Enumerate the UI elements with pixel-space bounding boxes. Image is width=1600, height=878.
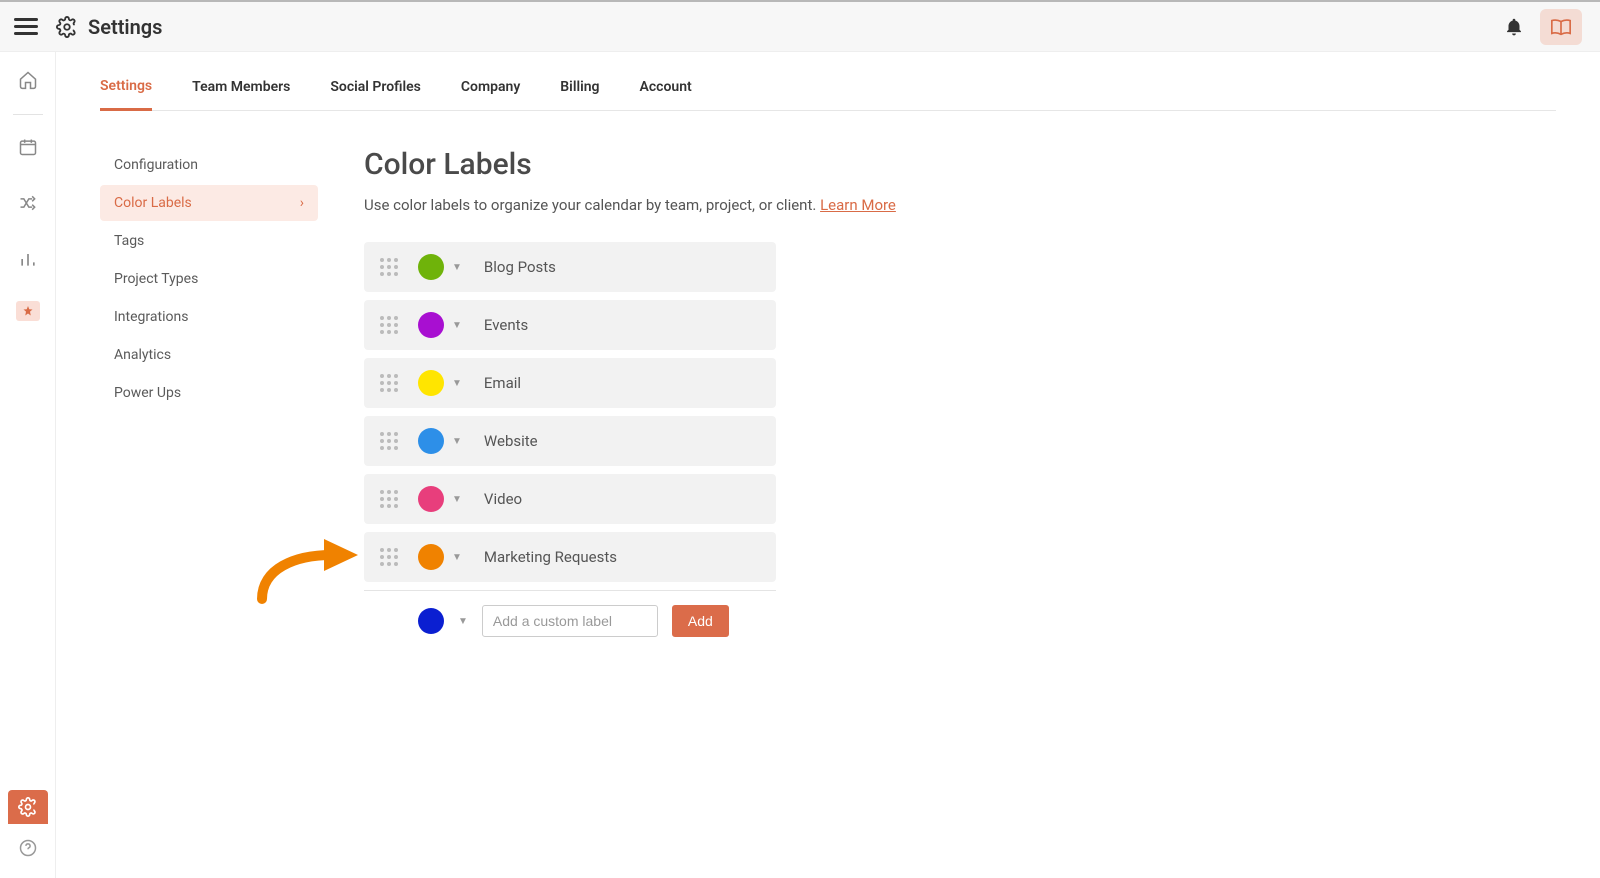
- color-label-row: ▼ Video: [364, 474, 776, 524]
- sidenav-color-labels[interactable]: Color Labels›: [100, 185, 318, 221]
- rail-calendar[interactable]: [14, 133, 42, 161]
- tab-company[interactable]: Company: [461, 79, 520, 109]
- color-label-row: ▼ Blog Posts: [364, 242, 776, 292]
- left-icon-rail: [0, 52, 56, 878]
- tab-team-members[interactable]: Team Members: [192, 79, 290, 109]
- color-swatch[interactable]: [418, 486, 444, 512]
- section-description: Use color labels to organize your calend…: [364, 196, 1124, 214]
- page-header-title: Settings: [88, 15, 162, 39]
- chevron-down-icon[interactable]: ▼: [452, 552, 462, 563]
- label-name[interactable]: Marketing Requests: [484, 548, 617, 566]
- drag-handle-icon[interactable]: [380, 258, 398, 276]
- notifications-icon[interactable]: [1504, 17, 1524, 37]
- color-swatch[interactable]: [418, 312, 444, 338]
- gear-icon: [18, 797, 38, 817]
- chevron-down-icon[interactable]: ▼: [458, 616, 468, 627]
- drag-handle-icon[interactable]: [380, 432, 398, 450]
- chevron-down-icon[interactable]: ▼: [452, 494, 462, 505]
- color-swatch[interactable]: [418, 544, 444, 570]
- sidenav-project-types[interactable]: Project Types: [100, 261, 318, 297]
- gear-icon: [56, 16, 78, 38]
- sidenav-integrations[interactable]: Integrations: [100, 299, 318, 335]
- color-swatch[interactable]: [418, 370, 444, 396]
- color-swatch[interactable]: [418, 254, 444, 280]
- tab-settings[interactable]: Settings: [100, 78, 152, 111]
- color-label-row: ▼ Email: [364, 358, 776, 408]
- chevron-down-icon[interactable]: ▼: [452, 436, 462, 447]
- learn-more-link[interactable]: Learn More: [820, 196, 896, 214]
- labels-divider: [364, 590, 776, 591]
- add-button[interactable]: Add: [672, 605, 729, 637]
- add-label-input[interactable]: [482, 605, 658, 637]
- label-name[interactable]: Video: [484, 490, 522, 508]
- drag-handle-icon[interactable]: [380, 548, 398, 566]
- add-label-row: ▼ Add: [364, 605, 776, 637]
- rail-settings-active[interactable]: [8, 790, 48, 824]
- rail-analytics[interactable]: [14, 245, 42, 273]
- book-icon: [1550, 17, 1572, 37]
- sidenav-tags[interactable]: Tags: [100, 223, 318, 259]
- chevron-down-icon[interactable]: ▼: [452, 320, 462, 331]
- tab-billing[interactable]: Billing: [560, 79, 599, 109]
- chevron-down-icon[interactable]: ▼: [452, 262, 462, 273]
- label-name[interactable]: Blog Posts: [484, 258, 556, 276]
- color-label-row: ▼ Events: [364, 300, 776, 350]
- menu-toggle[interactable]: [14, 18, 38, 35]
- tab-account[interactable]: Account: [640, 79, 692, 109]
- label-name[interactable]: Email: [484, 374, 521, 392]
- label-name[interactable]: Events: [484, 316, 528, 334]
- label-name[interactable]: Website: [484, 432, 538, 450]
- add-color-swatch[interactable]: [418, 608, 444, 634]
- chevron-down-icon[interactable]: ▼: [452, 378, 462, 389]
- topbar: Settings: [0, 2, 1600, 52]
- settings-tabs: Settings Team Members Social Profiles Compa…: [100, 52, 1556, 111]
- sidenav-analytics[interactable]: Analytics: [100, 337, 318, 373]
- callout-arrow-annotation: [254, 537, 364, 607]
- sidenav-power-ups[interactable]: Power Ups: [100, 375, 318, 411]
- sidenav-configuration[interactable]: Configuration: [100, 147, 318, 183]
- color-label-row: ▼ Marketing Requests: [364, 532, 776, 582]
- drag-handle-icon[interactable]: [380, 374, 398, 392]
- rail-shuffle[interactable]: [14, 189, 42, 217]
- color-swatch[interactable]: [418, 428, 444, 454]
- drag-handle-icon[interactable]: [380, 316, 398, 334]
- color-labels-list: ▼ Blog Posts ▼ Events ▼ Email ▼ Website ▼ Video ▼ M…: [364, 242, 1124, 582]
- drag-handle-icon[interactable]: [380, 490, 398, 508]
- rail-help[interactable]: [18, 838, 38, 862]
- rail-divider: [13, 114, 43, 115]
- chevron-right-icon: ›: [300, 195, 304, 211]
- rail-home[interactable]: [14, 66, 42, 94]
- docs-button[interactable]: [1540, 9, 1582, 45]
- color-label-row: ▼ Website: [364, 416, 776, 466]
- section-title: Color Labels: [364, 147, 1124, 182]
- tab-social-profiles[interactable]: Social Profiles: [330, 79, 421, 109]
- rail-star[interactable]: [16, 301, 40, 321]
